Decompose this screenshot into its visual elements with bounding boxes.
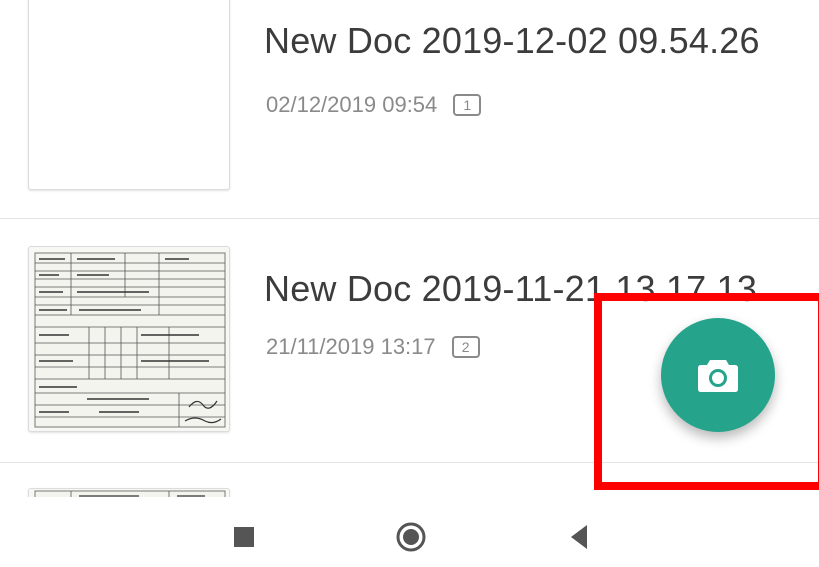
square-icon <box>234 527 254 547</box>
document-meta: 02/12/2019 09:54 1 <box>266 92 482 118</box>
camera-icon <box>698 360 738 392</box>
back-button[interactable] <box>561 519 597 555</box>
document-thumbnail[interactable] <box>28 246 230 432</box>
document-meta: 21/11/2019 13:17 2 <box>266 334 480 360</box>
document-thumbnail[interactable] <box>28 0 230 190</box>
home-button[interactable] <box>393 519 429 555</box>
scanned-form-image <box>34 490 226 497</box>
document-date: 02/12/2019 09:54 <box>266 92 438 117</box>
document-title: New Doc 2019-12-02 09.54.26 <box>264 20 760 61</box>
navigation-bar <box>0 497 819 567</box>
circle-icon <box>396 522 426 552</box>
document-date: 21/11/2019 13:17 <box>266 334 436 359</box>
page-count-badge: 2 <box>451 336 480 358</box>
page-count-badge: 1 <box>453 94 482 116</box>
scanned-form-image <box>34 252 226 428</box>
app-screen: New Doc 2019-12-02 09.54.26 02/12/2019 0… <box>0 0 819 567</box>
document-item[interactable]: New Doc 2019-12-02 09.54.26 02/12/2019 0… <box>0 0 819 218</box>
camera-fab-button[interactable] <box>661 318 775 432</box>
document-thumbnail[interactable] <box>28 488 230 497</box>
triangle-left-icon <box>571 525 587 549</box>
recent-apps-button[interactable] <box>226 519 262 555</box>
